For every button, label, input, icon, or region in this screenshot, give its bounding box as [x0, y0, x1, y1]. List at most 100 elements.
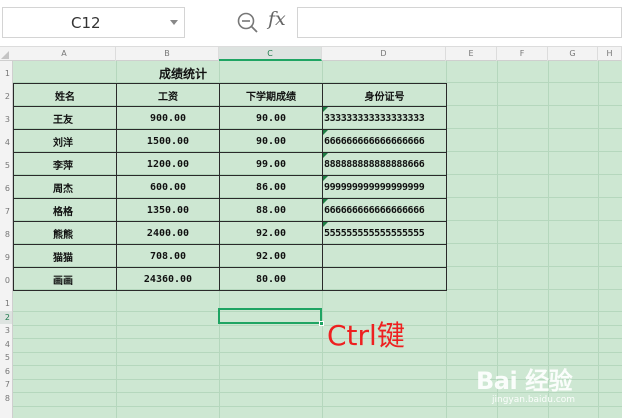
table-cell[interactable]: 90.00	[219, 129, 323, 153]
cell-text: 92.00	[255, 250, 287, 262]
table-cell[interactable]: 24360.00	[116, 267, 220, 291]
table-cell[interactable]: 1200.00	[116, 152, 220, 176]
table-cell[interactable]: 900.00	[116, 106, 220, 130]
row-header-item[interactable]: 6	[0, 182, 12, 195]
row-header-item[interactable]: 8	[0, 228, 12, 241]
row-header-item[interactable]: 3	[0, 324, 12, 337]
row-header-item[interactable]: 4	[0, 136, 12, 149]
cell-text: 999999999999999999	[324, 181, 425, 193]
table-cell[interactable]: 92.00	[219, 221, 323, 245]
row-header-item[interactable]: 4	[0, 338, 12, 351]
cell-text: 333333333333333333	[324, 112, 425, 124]
table-cell[interactable]: 708.00	[116, 244, 220, 268]
select-all-corner[interactable]	[1, 51, 9, 59]
chevron-down-icon[interactable]	[170, 20, 178, 25]
fill-handle[interactable]	[319, 321, 324, 326]
selected-cell[interactable]	[218, 308, 324, 326]
cell-text: 猫猫	[53, 252, 73, 264]
row-header-item[interactable]: 2	[0, 90, 12, 103]
cell-text: 熊熊	[53, 229, 73, 241]
error-indicator-icon[interactable]	[323, 153, 328, 158]
table-cell[interactable]: 888888888888888666	[322, 152, 447, 176]
cell-text: 666666666666666666	[324, 135, 425, 147]
cell-text: 86.00	[255, 181, 287, 193]
row-header-item[interactable]: 8	[0, 392, 12, 405]
table-cell[interactable]: 猫猫	[13, 244, 117, 268]
table-cell[interactable]: 333333333333333333	[322, 106, 447, 130]
row-header-item[interactable]: 1	[0, 297, 12, 310]
grid-line	[13, 351, 622, 353]
table-cell[interactable]: 画画	[13, 267, 117, 291]
table-cell[interactable]: 600.00	[116, 175, 220, 199]
row-header-item[interactable]: 3	[0, 113, 12, 126]
row-header-item[interactable]: 7	[0, 378, 12, 391]
row-header-item[interactable]: 6	[0, 365, 12, 378]
table-cell[interactable]: 1500.00	[116, 129, 220, 153]
table-cell[interactable]: 刘洋	[13, 129, 117, 153]
column-header-a[interactable]: A	[13, 47, 116, 61]
function-icon[interactable]: fx	[268, 8, 286, 30]
table-cell[interactable]: 555555555555555555	[322, 221, 447, 245]
column-header-c[interactable]: C	[219, 47, 322, 61]
table-cell[interactable]: 88.00	[219, 198, 323, 222]
row-header: 123456789012345678	[0, 61, 13, 418]
table-cell[interactable]: 熊熊	[13, 221, 117, 245]
row-header-item[interactable]: 5	[0, 159, 12, 172]
cell-reference: C12	[71, 14, 101, 32]
error-indicator-icon[interactable]	[323, 222, 328, 227]
table-cell[interactable]: 80.00	[219, 267, 323, 291]
watermark-url: jingyan.baidu.com	[492, 395, 576, 405]
column-header-d[interactable]: D	[322, 47, 446, 61]
error-indicator-icon[interactable]	[323, 199, 328, 204]
table-cell[interactable]: 666666666666666666	[322, 129, 447, 153]
cell-text: 身份证号	[364, 91, 405, 103]
cell-text: 周杰	[53, 183, 73, 195]
row-header-item[interactable]: 9	[0, 251, 12, 264]
table-cell[interactable]: 99.00	[219, 152, 323, 176]
cell-text: 708.00	[149, 250, 187, 262]
cell-text: 600.00	[149, 181, 187, 193]
table-cell[interactable]: 王友	[13, 106, 117, 130]
table-cell[interactable]: 90.00	[219, 106, 323, 130]
cell-text: 80.00	[255, 273, 287, 285]
table-header-cell[interactable]: 姓名	[13, 83, 117, 107]
name-box[interactable]: C12	[2, 7, 185, 38]
table-cell[interactable]: 李萍	[13, 152, 117, 176]
cell-text: 92.00	[255, 227, 287, 239]
table-cell[interactable]: 999999999999999999	[322, 175, 447, 199]
table-cell[interactable]	[322, 267, 447, 291]
row-header-item[interactable]: 2	[0, 310, 12, 324]
table-header-cell[interactable]: 下学期成绩	[219, 83, 323, 107]
cell-text: 格格	[53, 206, 73, 218]
table-cell[interactable]: 周杰	[13, 175, 117, 199]
row-header-item[interactable]: 0	[0, 274, 12, 287]
column-header-g[interactable]: G	[548, 47, 598, 61]
table-cell[interactable]: 86.00	[219, 175, 323, 199]
column-header-f[interactable]: F	[497, 47, 548, 61]
table-cell[interactable]: 2400.00	[116, 221, 220, 245]
row-header-item[interactable]: 1	[0, 67, 12, 80]
cell-text: 900.00	[149, 112, 187, 124]
table-header-cell[interactable]: 身份证号	[322, 83, 447, 107]
formula-input[interactable]	[297, 7, 622, 38]
cell-text: 1350.00	[146, 204, 190, 216]
table-cell[interactable]: 92.00	[219, 244, 323, 268]
cell-text: 24360.00	[143, 273, 193, 285]
cell-text: 555555555555555555	[324, 227, 425, 239]
column-header-e[interactable]: E	[446, 47, 497, 61]
error-indicator-icon[interactable]	[323, 176, 328, 181]
table-cell[interactable]: 1350.00	[116, 198, 220, 222]
table-header-cell[interactable]: 工资	[116, 83, 220, 107]
error-indicator-icon[interactable]	[323, 130, 328, 135]
column-header-h[interactable]: H	[598, 47, 622, 61]
row-header-item[interactable]: 5	[0, 351, 12, 364]
row-header-item[interactable]: 7	[0, 205, 12, 218]
cell-text: 画画	[53, 275, 73, 287]
table-cell[interactable]: 666666666666666666	[322, 198, 447, 222]
table-cell[interactable]: 格格	[13, 198, 117, 222]
column-header-b[interactable]: B	[116, 47, 219, 61]
watermark-main: Bai 经验	[476, 367, 573, 395]
table-cell[interactable]	[322, 244, 447, 268]
error-indicator-icon[interactable]	[323, 107, 328, 112]
zoom-icon[interactable]	[236, 11, 260, 35]
